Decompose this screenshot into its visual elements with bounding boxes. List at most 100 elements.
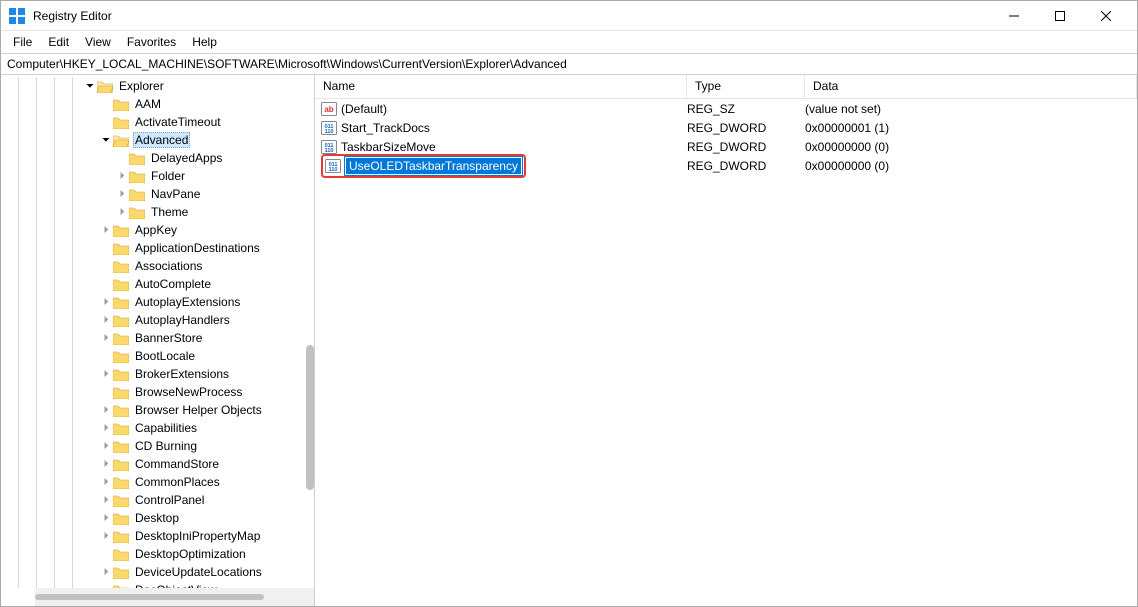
value-row[interactable]: Start_TrackDocsREG_DWORD0x00000001 (1)	[315, 118, 1137, 137]
chevron-right-icon[interactable]: ⏵	[99, 477, 113, 488]
folder-icon	[97, 80, 113, 93]
binary-value-icon	[321, 139, 337, 155]
value-row[interactable]: (Default)REG_SZ(value not set)	[315, 99, 1137, 118]
menu-edit[interactable]: Edit	[40, 33, 77, 51]
menu-view[interactable]: View	[77, 33, 119, 51]
tree-node[interactable]: DelayedApps	[83, 149, 314, 167]
tree-node[interactable]: ⏵ Capabilities	[83, 419, 314, 437]
tree-node[interactable]: ⏵ CommandStore	[83, 455, 314, 473]
tree-label: AutoComplete	[133, 277, 213, 291]
tree-node[interactable]: ⏵CommonPlaces	[83, 473, 314, 491]
chevron-right-icon[interactable]: ⏵	[99, 315, 113, 326]
chevron-right-icon[interactable]: ⏵	[99, 441, 113, 452]
app-icon	[9, 8, 25, 24]
chevron-right-icon[interactable]: ⏵	[99, 531, 113, 542]
tree-label: Capabilities	[133, 421, 199, 435]
tree-node[interactable]: ⏷Advanced	[83, 131, 314, 149]
value-name: TaskbarSizeMove	[341, 140, 436, 154]
value-data: 0x00000001 (1)	[805, 121, 1137, 135]
column-header-name[interactable]: Name	[315, 75, 687, 98]
chevron-right-icon[interactable]: ⏵	[99, 405, 113, 416]
folder-icon	[129, 188, 145, 201]
tree-node[interactable]: DocObjectView	[83, 581, 314, 588]
maximize-button[interactable]	[1037, 1, 1083, 31]
main-split: ⏷ExplorerAAM ActivateTimeout ⏷AdvancedDela…	[1, 75, 1137, 606]
tree-node[interactable]: ApplicationDestinations	[83, 239, 314, 257]
tree-node[interactable]: ⏵AutoplayExtensions	[83, 293, 314, 311]
folder-icon	[113, 494, 129, 507]
chevron-right-icon[interactable]: ⏵	[99, 369, 113, 380]
folder-icon	[113, 422, 129, 435]
tree-node[interactable]: ⏵Folder	[83, 167, 314, 185]
tree-node[interactable]: ⏵AppKey	[83, 221, 314, 239]
tree-node[interactable]: ⏵ Desktop	[83, 509, 314, 527]
tree-label: ApplicationDestinations	[133, 241, 262, 255]
chevron-right-icon[interactable]: ⏵	[99, 567, 113, 578]
tree-node[interactable]: ActivateTimeout	[83, 113, 314, 131]
value-name: Start_TrackDocs	[341, 121, 430, 135]
registry-tree[interactable]: ⏷ExplorerAAM ActivateTimeout ⏷AdvancedDela…	[81, 77, 314, 588]
folder-icon	[113, 314, 129, 327]
folder-icon	[113, 332, 129, 345]
menu-file[interactable]: File	[5, 33, 40, 51]
tree-node[interactable]: ⏵BannerStore	[83, 329, 314, 347]
menu-favorites[interactable]: Favorites	[119, 33, 184, 51]
tree-label: CommandStore	[133, 457, 221, 471]
tree-node[interactable]: DesktopOptimization	[83, 545, 314, 563]
folder-icon	[113, 566, 129, 579]
chevron-right-icon[interactable]: ⏵	[99, 423, 113, 434]
column-header-type[interactable]: Type	[687, 75, 805, 98]
titlebar: Registry Editor	[1, 1, 1137, 31]
chevron-right-icon[interactable]: ⏵	[99, 225, 113, 236]
chevron-down-icon[interactable]: ⏷	[83, 81, 97, 92]
tree-node[interactable]: ⏵ AutoplayHandlers	[83, 311, 314, 329]
tree-label: AutoplayHandlers	[133, 313, 232, 327]
address-text: Computer\HKEY_LOCAL_MACHINE\SOFTWARE\Mic…	[7, 57, 567, 71]
tree-node[interactable]: BootLocale	[83, 347, 314, 365]
chevron-right-icon[interactable]: ⏵	[115, 171, 129, 182]
tree-label: ControlPanel	[133, 493, 206, 507]
tree-scrollbar-horizontal[interactable]	[35, 588, 314, 606]
column-header-data[interactable]: Data	[805, 75, 1137, 98]
tree-node[interactable]: AAM	[83, 95, 314, 113]
tree-label: ActivateTimeout	[133, 115, 223, 129]
tree-node[interactable]: ⏵ NavPane	[83, 185, 314, 203]
tree-node[interactable]: ⏵CD Burning	[83, 437, 314, 455]
tree-node[interactable]: ⏵Browser Helper Objects	[83, 401, 314, 419]
address-bar[interactable]: Computer\HKEY_LOCAL_MACHINE\SOFTWARE\Mic…	[1, 53, 1137, 75]
list-header: Name Type Data	[315, 75, 1137, 99]
menu-help[interactable]: Help	[184, 33, 225, 51]
tree-label: BrokerExtensions	[133, 367, 231, 381]
minimize-button[interactable]	[991, 1, 1037, 31]
tree-node[interactable]: ⏵ BrokerExtensions	[83, 365, 314, 383]
tree-node[interactable]: BrowseNewProcess	[83, 383, 314, 401]
folder-icon	[113, 350, 129, 363]
tree-guides	[1, 77, 81, 588]
binary-value-icon	[325, 158, 341, 174]
chevron-right-icon[interactable]: ⏵	[99, 459, 113, 470]
folder-icon	[113, 116, 129, 129]
tree-scrollbar-vertical[interactable]	[306, 345, 314, 490]
tree-node[interactable]: ⏵Theme	[83, 203, 314, 221]
chevron-right-icon[interactable]: ⏵	[115, 189, 129, 200]
tree-node[interactable]: ⏵DesktopIniPropertyMap	[83, 527, 314, 545]
tree-node[interactable]: AutoComplete	[83, 275, 314, 293]
chevron-down-icon[interactable]: ⏷	[99, 135, 113, 146]
chevron-right-icon[interactable]: ⏵	[99, 495, 113, 506]
folder-icon	[129, 152, 145, 165]
tree-node[interactable]: Associations	[83, 257, 314, 275]
value-row[interactable]: UseOLEDTaskbarTransparencyREG_DWORD0x000…	[315, 156, 1137, 175]
tree-node-explorer[interactable]: ⏷Explorer	[83, 77, 314, 95]
chevron-right-icon[interactable]: ⏵	[115, 207, 129, 218]
chevron-right-icon[interactable]: ⏵	[99, 333, 113, 344]
tree-node[interactable]: ⏵DeviceUpdateLocations	[83, 563, 314, 581]
chevron-right-icon[interactable]: ⏵	[99, 513, 113, 524]
tree-label: NavPane	[149, 187, 202, 201]
folder-icon	[113, 458, 129, 471]
chevron-right-icon[interactable]: ⏵	[99, 297, 113, 308]
tree-label: Desktop	[133, 511, 181, 525]
folder-icon	[113, 260, 129, 273]
folder-icon	[129, 170, 145, 183]
close-button[interactable]	[1083, 1, 1129, 31]
tree-node[interactable]: ⏵ ControlPanel	[83, 491, 314, 509]
